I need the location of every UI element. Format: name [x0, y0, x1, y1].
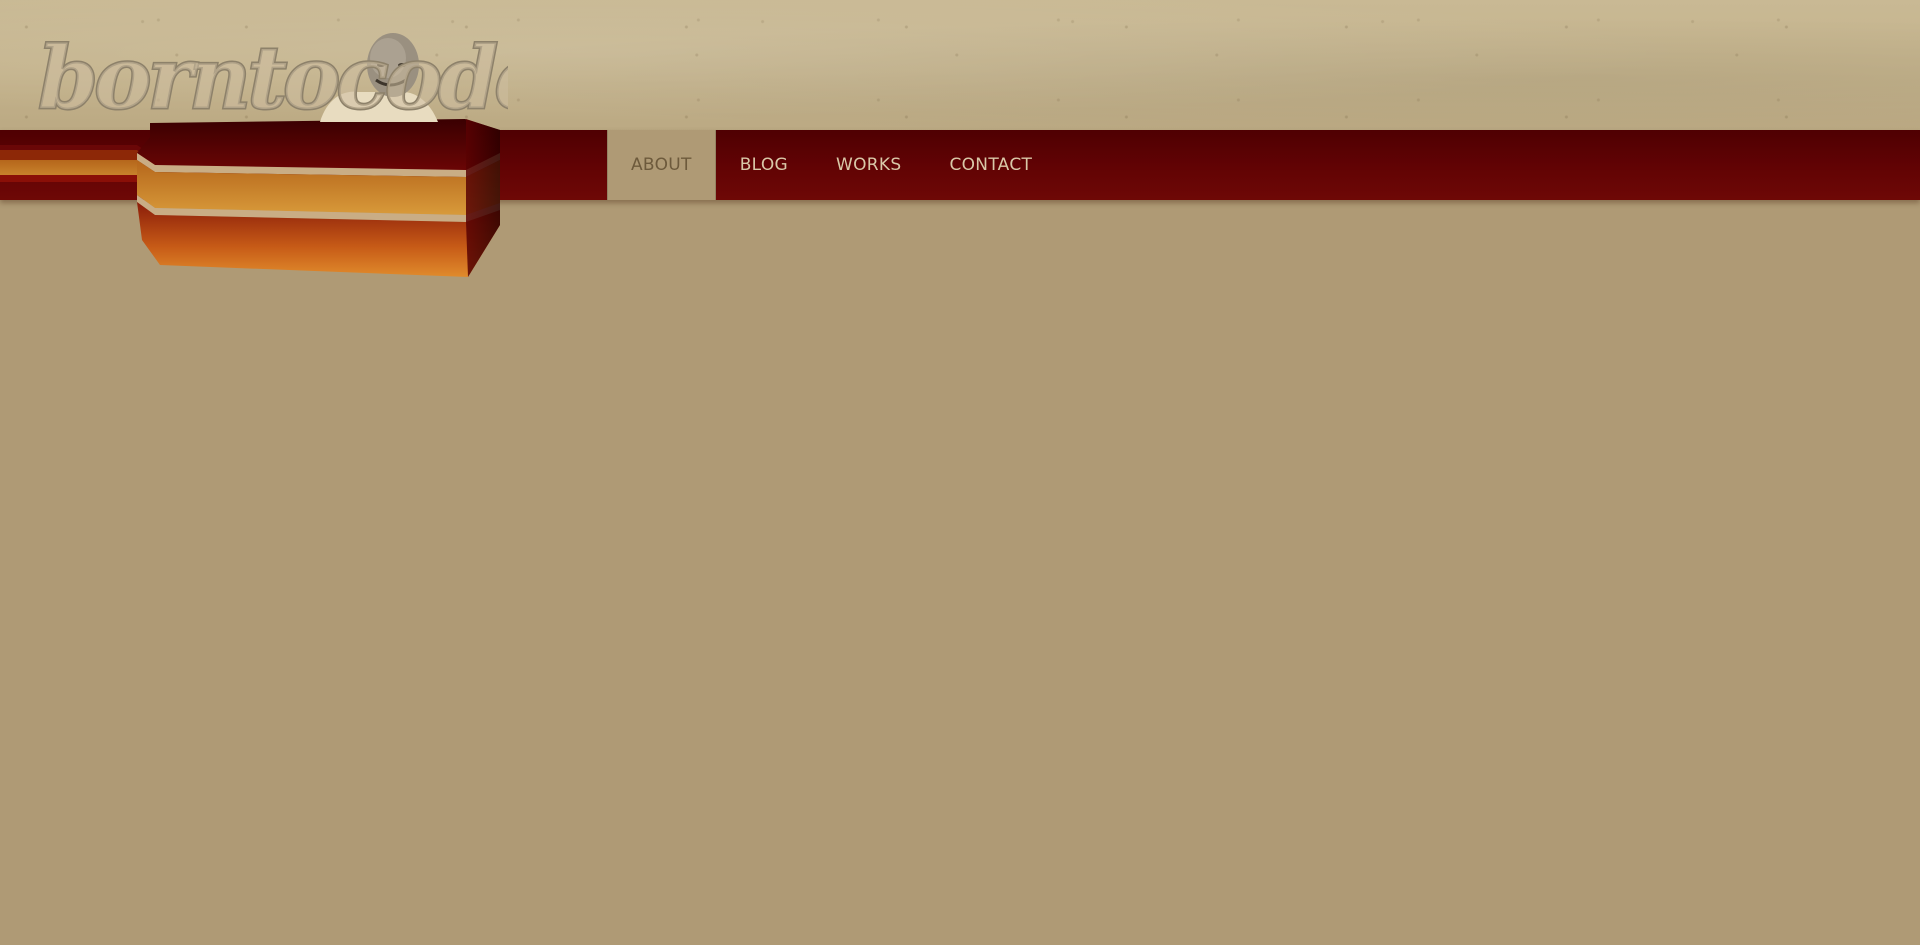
nav-item-blog[interactable]: BLOG — [716, 130, 812, 200]
borntocode-logo: borntocode borntocode — [38, 27, 508, 131]
nav-item-contact[interactable]: CONTACT — [925, 130, 1056, 200]
main-nav: ABOUT BLOG WORKS CONTACT — [607, 130, 1056, 200]
main-content-area — [0, 200, 1920, 945]
svg-text:borntocode: borntocode — [38, 28, 508, 129]
nav-item-works[interactable]: WORKS — [812, 130, 925, 200]
nav-item-about[interactable]: ABOUT — [607, 130, 716, 200]
